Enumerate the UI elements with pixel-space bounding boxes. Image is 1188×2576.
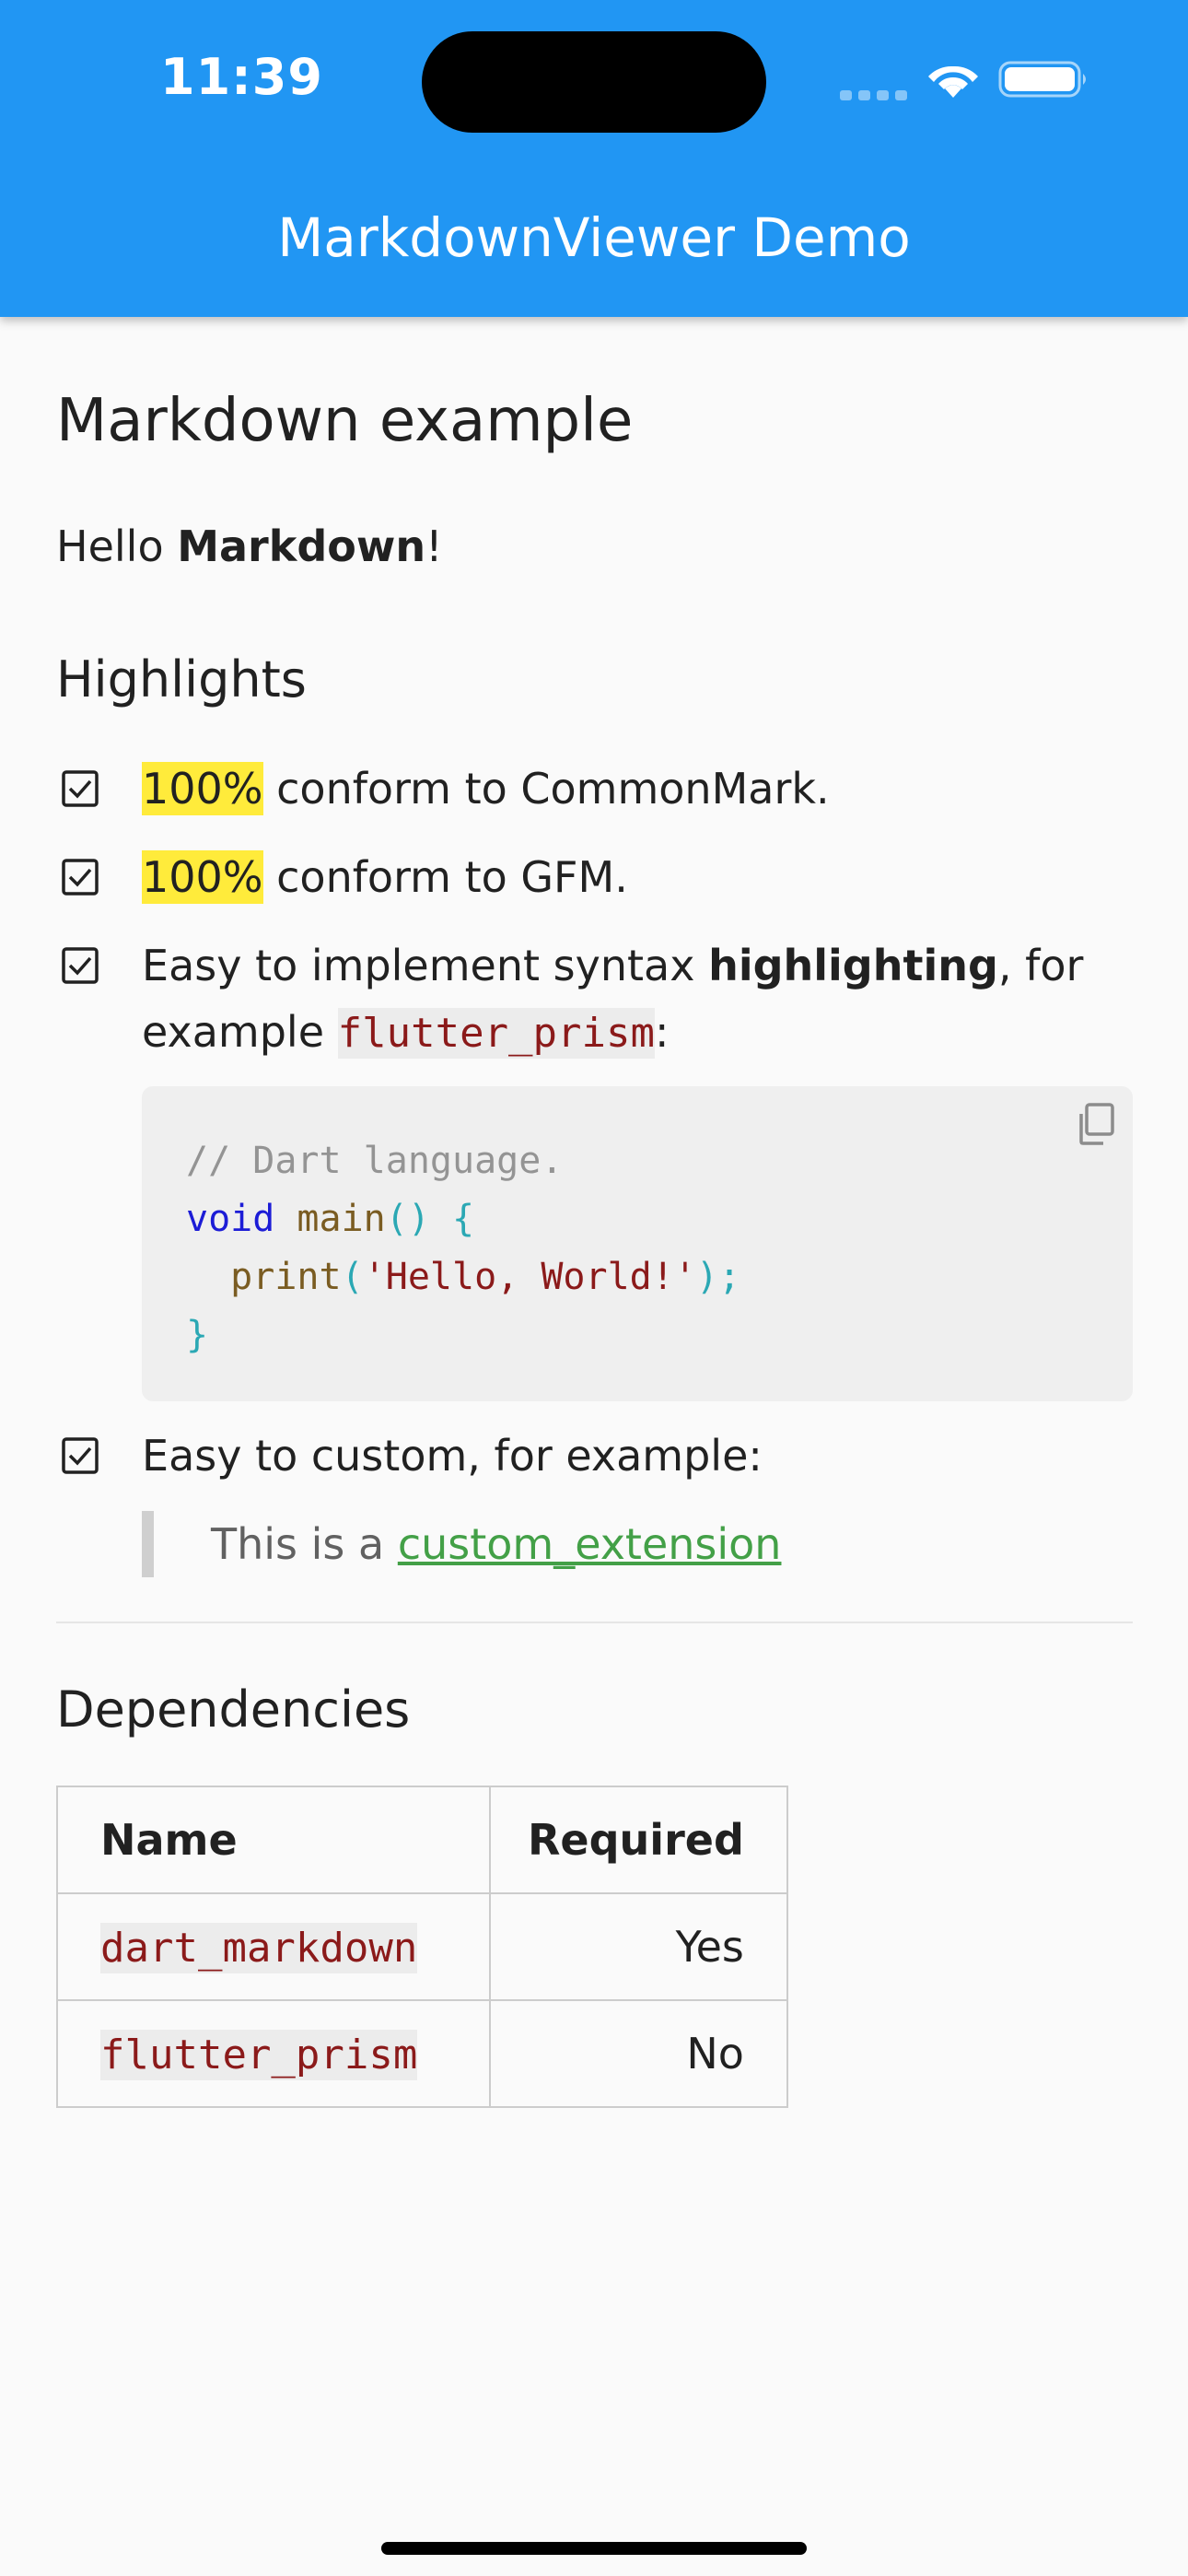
checkbox-checked-icon[interactable] [62,947,99,984]
checkbox-checked-icon[interactable] [62,1437,99,1474]
task-text: 100% conform to GFM. [142,844,628,910]
task-label: conform to GFM. [262,852,628,902]
column-header-required: Required [489,1786,788,1894]
code-punctuation: ); [695,1256,741,1298]
app-bar: 11:39 MarkdownViewer Demo [0,0,1188,317]
task-label: : [655,1007,670,1057]
table-cell-required: Yes [489,1892,788,2001]
code-block: // Dart language. void main() { print('H… [142,1086,1133,1401]
copy-icon[interactable] [1074,1101,1116,1147]
dynamic-island [422,31,766,133]
app-bar-title: MarkdownViewer Demo [277,206,911,269]
inline-code: flutter_prism [337,1008,655,1059]
table-cell-name: dart_markdown [56,1892,491,2001]
home-indicator[interactable] [381,2542,807,2555]
status-time: 11:39 [160,48,323,106]
code-function: print [230,1256,342,1298]
table-header-row: Name Required [56,1786,788,1894]
code-lines: // Dart language. void main() { print('H… [186,1132,740,1364]
horizontal-rule [56,1622,1133,1623]
table-cell-name: flutter_prism [56,1999,491,2108]
code-punctuation: { [452,1198,475,1240]
intro-suffix: ! [425,521,443,571]
table-cell-required: No [489,1999,788,2108]
inline-code: flutter_prism [100,2030,418,2080]
dependencies-table: Name Required dart_markdown Yes flutter_… [56,1786,788,2108]
battery-icon [998,61,1086,98]
table-row: flutter_prism No [56,1999,788,2108]
column-header-name: Name [56,1786,491,1894]
task-label: example [142,1007,338,1057]
custom-extension-link[interactable]: custom_extension [398,1519,782,1569]
intro-paragraph: Hello Markdown! [56,521,443,571]
checkbox-checked-icon[interactable] [62,770,99,807]
blockquote-text: This is a custom_extension [211,1511,781,1577]
task-label: , for [997,941,1084,990]
code-keyword: void [186,1198,275,1240]
code-punctuation: } [186,1314,209,1356]
status-icons [840,55,1089,101]
task-text: 100% conform to CommonMark. [142,755,830,822]
checkbox-checked-icon[interactable] [62,859,99,896]
highlights-heading: Highlights [56,650,307,708]
blockquote-bar [142,1511,154,1577]
task-text: Easy to custom, for example: [142,1431,763,1481]
highlight-mark: 100% [142,762,263,815]
code-string: 'Hello, World!' [363,1256,696,1298]
code-punctuation: () [385,1198,430,1240]
intro-bold: Markdown [177,521,426,571]
intro-prefix: Hello [56,521,178,571]
code-function: main [297,1198,386,1240]
inline-code: dart_markdown [100,1923,418,1973]
wifi-icon [928,65,978,98]
table-row: dart_markdown Yes [56,1892,788,2001]
code-punctuation: ( [341,1256,364,1298]
task-label: conform to CommonMark. [262,764,830,814]
page-heading: Markdown example [56,387,634,455]
cellular-signal-icon [840,87,914,104]
task-text-line2: example flutter_prism: [142,999,670,1067]
task-text: Easy to implement syntax highlighting, f… [142,932,1083,999]
highlight-mark: 100% [142,850,263,904]
dependencies-heading: Dependencies [56,1680,411,1739]
task-bold: highlighting [708,941,998,990]
task-label: Easy to implement syntax [142,941,709,990]
blockquote-prefix: This is a [211,1519,398,1569]
code-comment: // Dart language. [186,1140,564,1182]
